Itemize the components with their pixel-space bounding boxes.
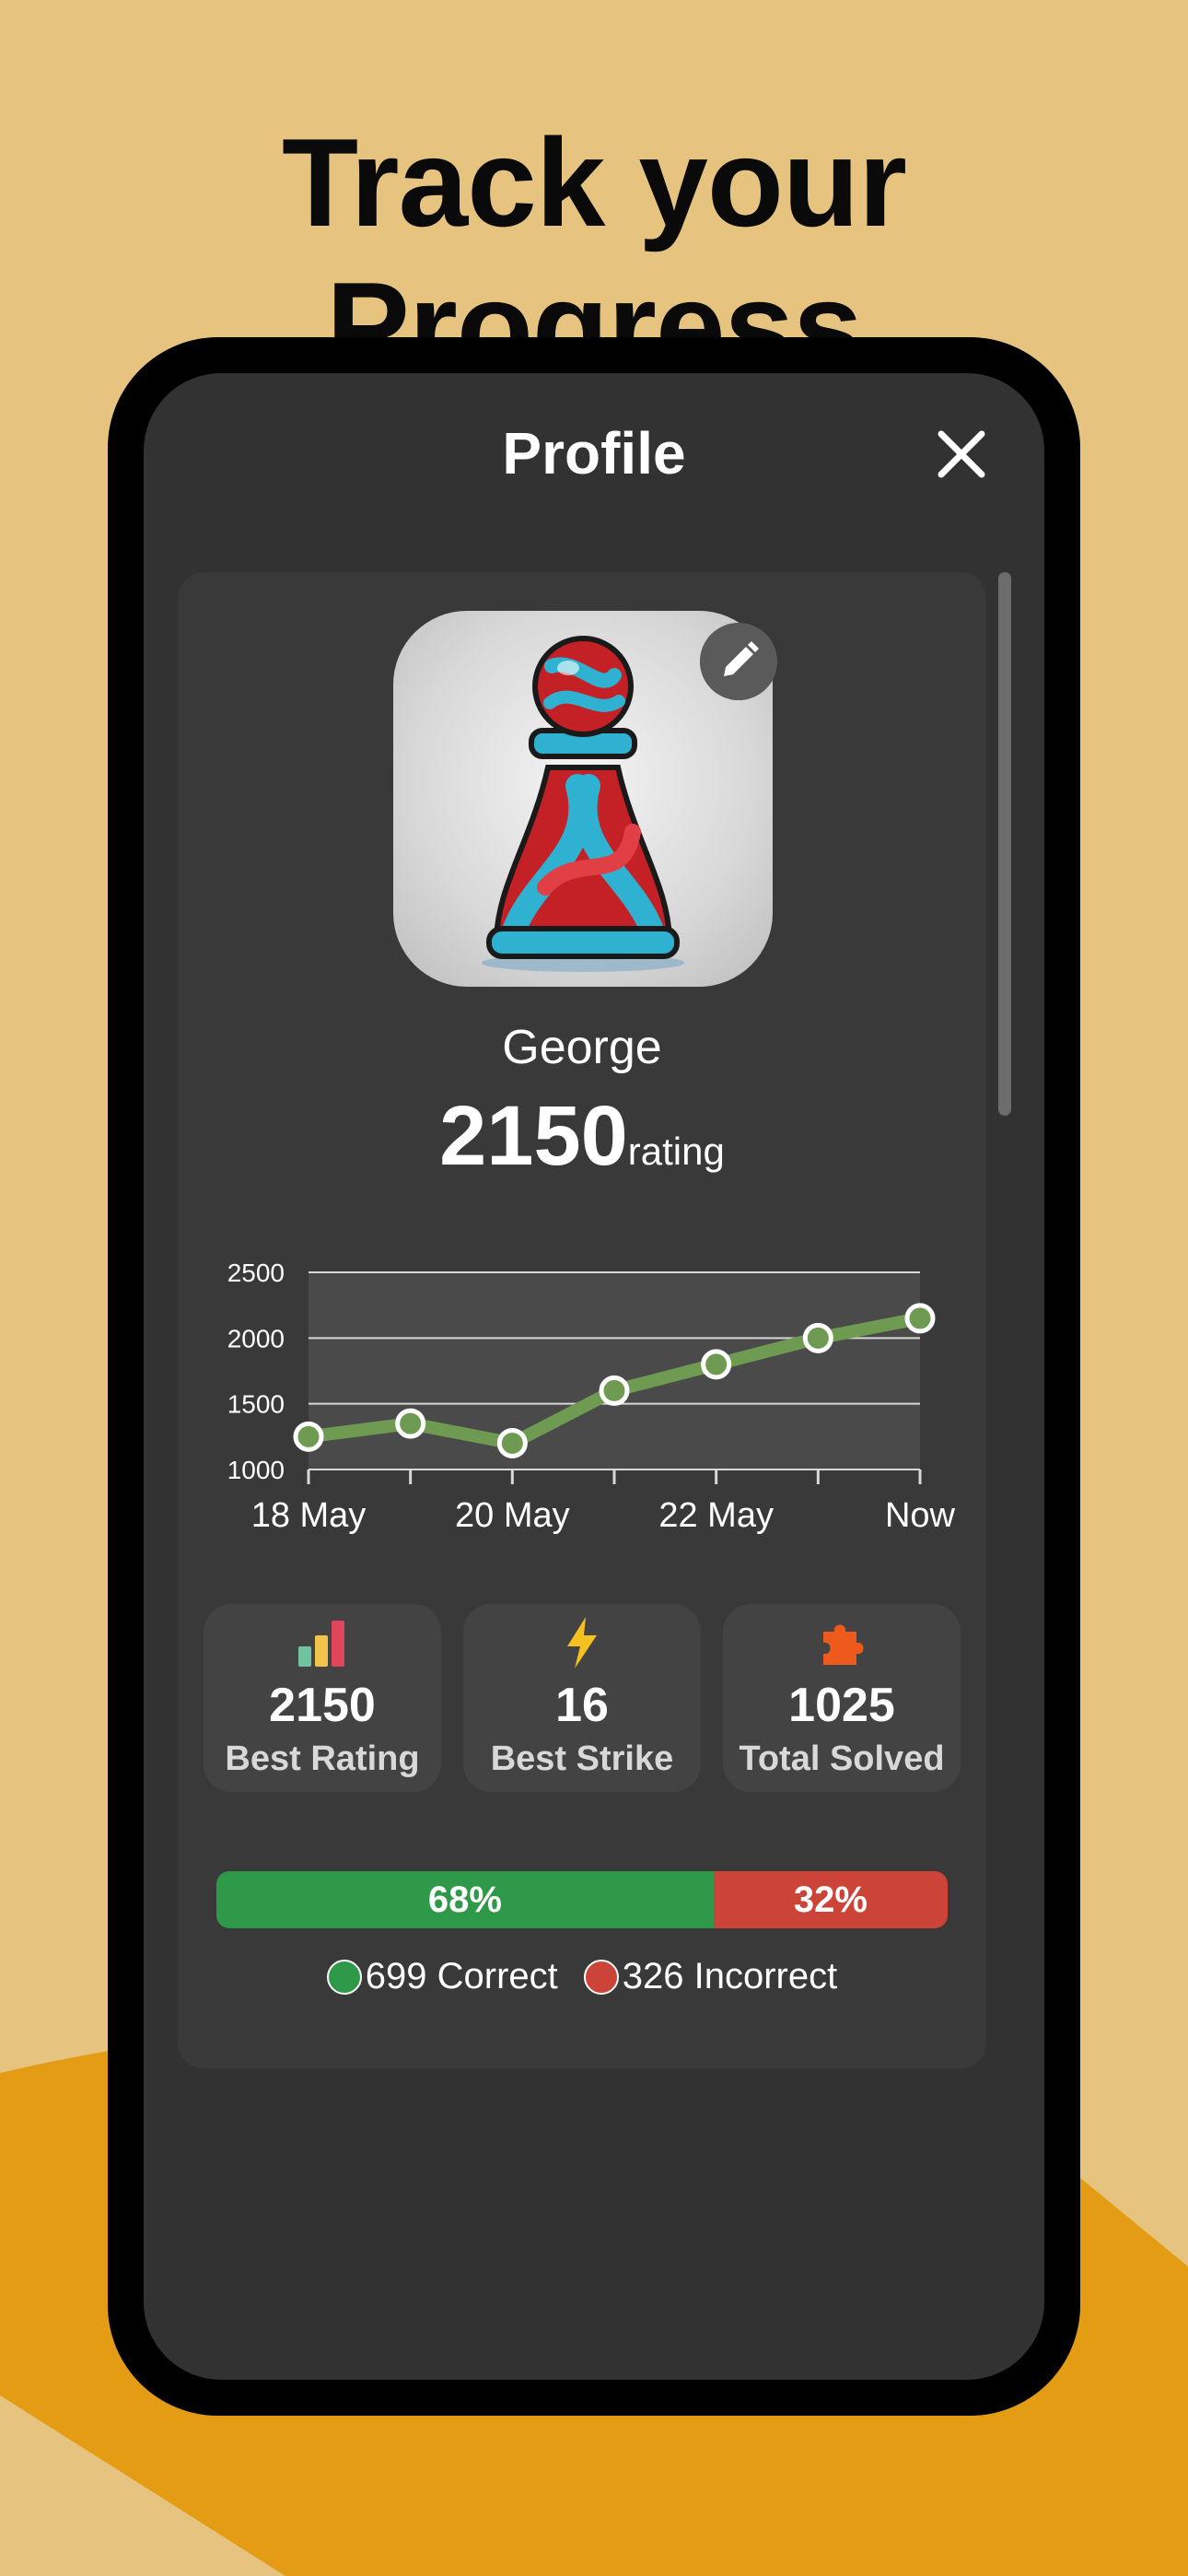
- stat-card-best-rating: 2150 Best Rating: [204, 1604, 441, 1792]
- player-name: George: [502, 1021, 662, 1074]
- correct-segment: 68%: [216, 1871, 714, 1928]
- data-point: [293, 1421, 324, 1452]
- data-point: [599, 1375, 630, 1406]
- stat-card-total-solved: 1025 Total Solved: [723, 1604, 961, 1792]
- stat-value: 2150: [269, 1679, 376, 1732]
- edit-avatar-button[interactable]: [700, 623, 777, 700]
- rating-value: 2150: [439, 1089, 628, 1183]
- stat-card-best-strike: 16 Best Strike: [463, 1604, 701, 1792]
- rating-history-chart: 2500 2000 1500 1000 18 May 20 May 22 May Now: [227, 1259, 956, 1535]
- lightning-icon: [567, 1617, 597, 1669]
- rating-display: 2150rating: [178, 1088, 986, 1185]
- legend-incorrect: 326 Incorrect: [583, 1956, 838, 1997]
- stat-value: 16: [555, 1679, 609, 1732]
- incorrect-dot-icon: [583, 1959, 619, 1995]
- plot-area: [309, 1272, 920, 1469]
- x-tick-label: Now: [885, 1496, 956, 1535]
- rating-unit: rating: [627, 1130, 725, 1173]
- data-point: [802, 1322, 833, 1353]
- correct-dot-icon: [326, 1959, 362, 1995]
- data-point: [395, 1408, 426, 1439]
- data-point: [701, 1349, 732, 1380]
- y-tick-label: 2000: [227, 1324, 285, 1352]
- stat-label: Total Solved: [739, 1739, 945, 1778]
- data-point: [904, 1303, 936, 1334]
- y-tick-label: 2500: [227, 1259, 285, 1287]
- x-tick-label: 20 May: [455, 1496, 570, 1535]
- profile-screen: Profile George 2150rating 2500 2000 1500…: [144, 373, 1044, 2380]
- close-icon[interactable]: [934, 427, 989, 482]
- y-tick-label: 1000: [227, 1456, 285, 1484]
- x-tick-label: 18 May: [251, 1496, 367, 1535]
- incorrect-legend-label: 326 Incorrect: [622, 1956, 838, 1996]
- correct-legend-label: 699 Correct: [365, 1956, 558, 1996]
- y-tick-label: 1500: [227, 1390, 285, 1419]
- bar-chart-icon: [298, 1621, 344, 1667]
- stat-value: 1025: [788, 1679, 895, 1732]
- stat-label: Best Strike: [490, 1739, 674, 1778]
- incorrect-segment: 32%: [713, 1871, 948, 1928]
- legend-correct: 699 Correct: [326, 1956, 558, 1997]
- puzzle-icon: [823, 1624, 864, 1665]
- scrollbar[interactable]: [998, 572, 1011, 1116]
- screen-title: Profile: [502, 420, 686, 486]
- stat-label: Best Rating: [225, 1739, 420, 1778]
- profile-card: George 2150rating 2500 2000 1500 1000 18 May…: [178, 572, 986, 2068]
- data-point: [496, 1427, 528, 1458]
- x-tick-label: 22 May: [658, 1496, 774, 1535]
- accuracy-bar: 68% 32%: [216, 1871, 948, 1928]
- phone-frame: Profile George 2150rating 2500 2000 1500…: [108, 337, 1080, 2416]
- accuracy-legend: 699 Correct 326 Incorrect: [178, 1956, 986, 1997]
